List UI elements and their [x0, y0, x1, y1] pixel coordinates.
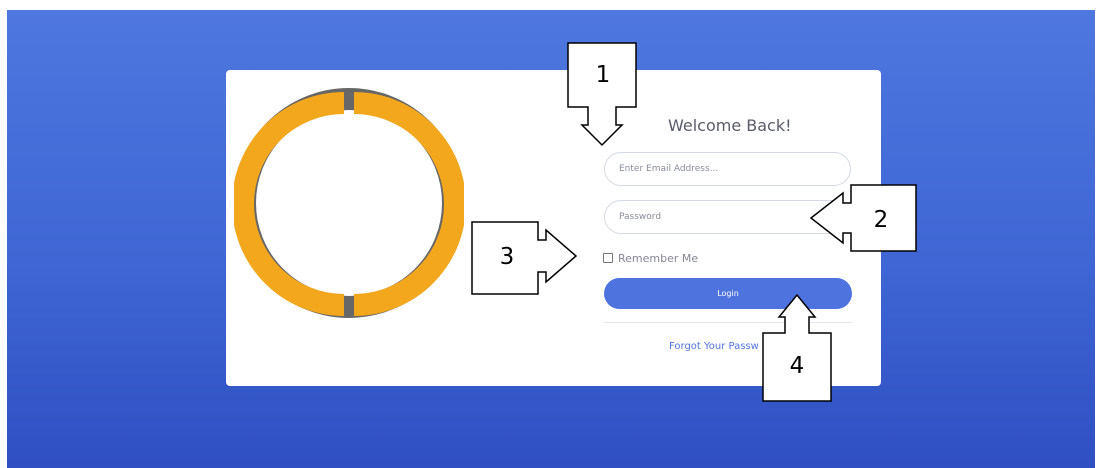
forgot-password-link[interactable]: Forgot Your Passw	[669, 341, 759, 352]
logo-inner-arc-left	[234, 92, 345, 316]
logo-inner-arc-right	[353, 92, 464, 316]
logo-icon	[234, 88, 464, 318]
email-field[interactable]	[604, 152, 851, 186]
callout-1	[567, 42, 637, 147]
page-title: Welcome Back!	[668, 116, 792, 135]
callout-3-label: 3	[499, 244, 515, 270]
callout-2-label: 2	[873, 207, 889, 233]
callout-4	[762, 293, 832, 402]
remember-me-option[interactable]: Remember Me	[603, 251, 698, 265]
remember-me-label: Remember Me	[618, 251, 699, 265]
callout-1-label: 1	[595, 62, 611, 88]
callout-4-label: 4	[789, 353, 805, 379]
remember-me-checkbox[interactable]	[603, 253, 613, 263]
login-button-label: Login	[717, 289, 739, 298]
